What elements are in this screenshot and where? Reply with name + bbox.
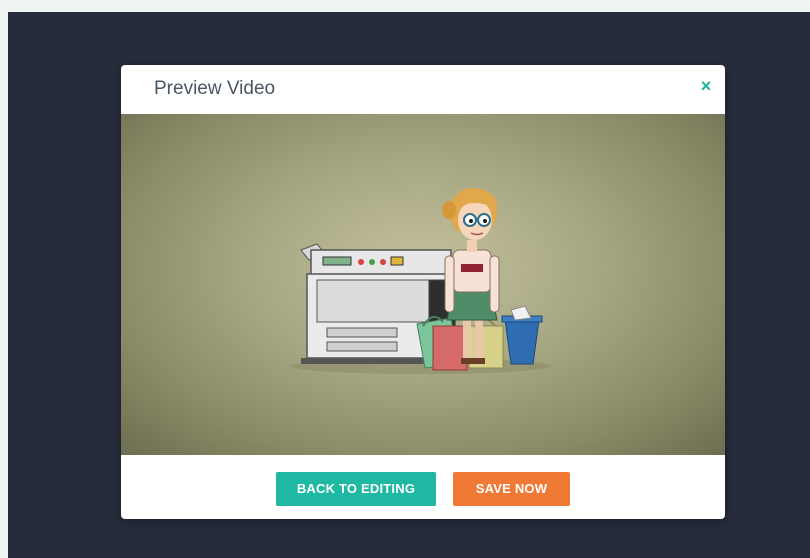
recycle-bin-icon bbox=[501, 305, 543, 365]
modal-header: Preview Video × bbox=[121, 65, 725, 114]
close-icon[interactable]: × bbox=[696, 76, 716, 96]
preview-video-modal: Preview Video × BACK TO EDITING SAVE NOW bbox=[121, 65, 725, 519]
save-now-button[interactable]: SAVE NOW bbox=[453, 472, 570, 506]
video-frame-illustration bbox=[291, 188, 551, 374]
background-page-edge bbox=[0, 0, 8, 558]
shopping-bags-icon bbox=[416, 315, 504, 371]
modal-footer: BACK TO EDITING SAVE NOW bbox=[121, 455, 725, 519]
video-preview[interactable] bbox=[121, 114, 725, 455]
background-page-strip bbox=[0, 0, 810, 12]
back-to-editing-button[interactable]: BACK TO EDITING bbox=[276, 472, 436, 506]
modal-title: Preview Video bbox=[154, 78, 276, 99]
